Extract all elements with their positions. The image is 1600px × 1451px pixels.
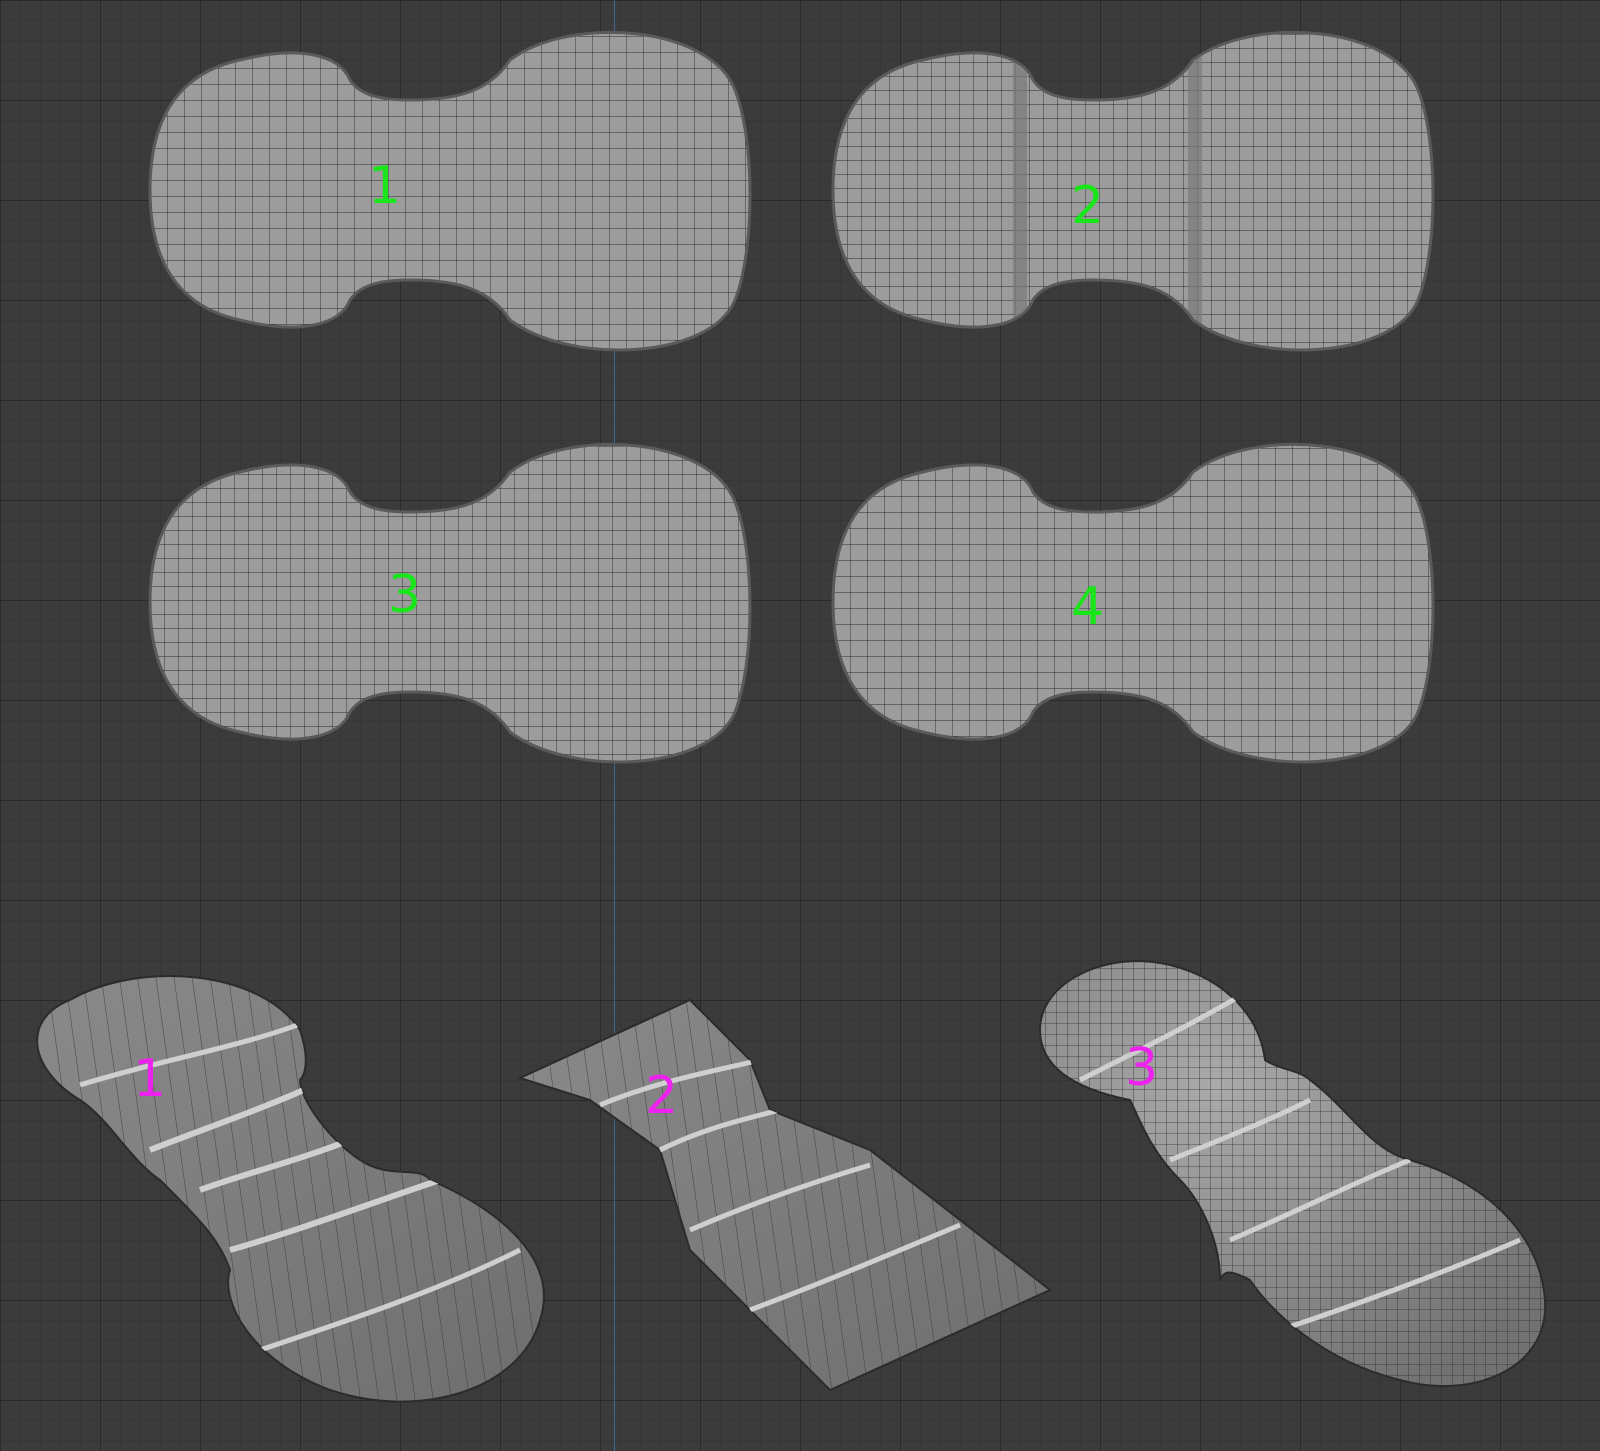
view-label-perspective-3: 3: [1125, 1038, 1158, 1098]
violin-mesh-perspective-1[interactable]: 1: [0, 940, 600, 1420]
view-label-perspective-2: 2: [645, 1066, 678, 1126]
viewport-canvas[interactable]: 1 2 3 4 1 2 3: [0, 0, 1600, 1451]
view-label-top-3: 3: [388, 565, 421, 625]
view-label-top-1: 1: [368, 156, 401, 216]
violin-mesh-top-3[interactable]: 3: [148, 432, 752, 772]
view-label-top-4: 4: [1071, 577, 1104, 637]
3d-viewport[interactable]: 1 2 3 4 1 2 3: [0, 0, 1600, 1451]
view-label-perspective-1: 1: [133, 1049, 166, 1109]
violin-mesh-top-2[interactable]: 2: [831, 20, 1435, 360]
view-label-top-2: 2: [1071, 176, 1104, 236]
violin-mesh-perspective-3[interactable]: 3: [1020, 940, 1560, 1400]
violin-mesh-top-1[interactable]: 1: [148, 20, 752, 360]
violin-mesh-perspective-2[interactable]: 2: [500, 980, 1060, 1400]
violin-mesh-top-4[interactable]: 4: [831, 432, 1435, 772]
